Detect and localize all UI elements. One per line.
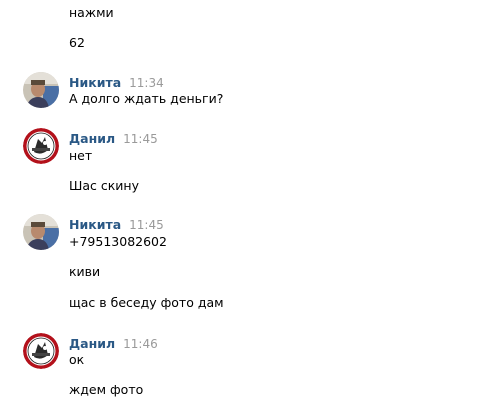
message-feed: нажми 62 Никита 11:34 А долго ждать деньг…: [0, 0, 498, 409]
author-name[interactable]: Данил: [69, 336, 115, 351]
avatar-emblem-icon: [23, 333, 59, 369]
message-time[interactable]: 11:46: [123, 337, 158, 351]
message-text: ждем фото: [69, 382, 144, 397]
message-time[interactable]: 11:34: [129, 76, 164, 90]
message-text: щас в беседу фото дам: [69, 295, 224, 310]
message-text: Шас скину: [69, 178, 139, 193]
avatar-photo-icon: [23, 72, 59, 108]
avatar-nikita[interactable]: [23, 72, 59, 108]
message-text: киви: [69, 264, 101, 279]
author-name[interactable]: Данил: [69, 131, 115, 146]
message-text: нажми: [69, 5, 114, 20]
message-time[interactable]: 11:45: [129, 218, 164, 232]
message-header: Данил 11:45: [69, 130, 158, 147]
message-text: нет: [69, 148, 93, 163]
avatar-nikita[interactable]: [23, 214, 59, 250]
message-text: А долго ждать деньги?: [69, 91, 224, 106]
message-text: +79513082602: [69, 234, 167, 249]
message-header: Никита 11:34: [69, 74, 164, 91]
message-text: ок: [69, 352, 85, 367]
avatar-emblem-icon: [23, 128, 59, 164]
message-header: Никита 11:45: [69, 216, 164, 233]
message-text: 62: [69, 35, 85, 50]
avatar-danil[interactable]: [23, 128, 59, 164]
message-header: Данил 11:46: [69, 335, 158, 352]
author-name[interactable]: Никита: [69, 75, 121, 90]
avatar-danil[interactable]: [23, 333, 59, 369]
author-name[interactable]: Никита: [69, 217, 121, 232]
avatar-photo-icon: [23, 214, 59, 250]
message-time[interactable]: 11:45: [123, 132, 158, 146]
